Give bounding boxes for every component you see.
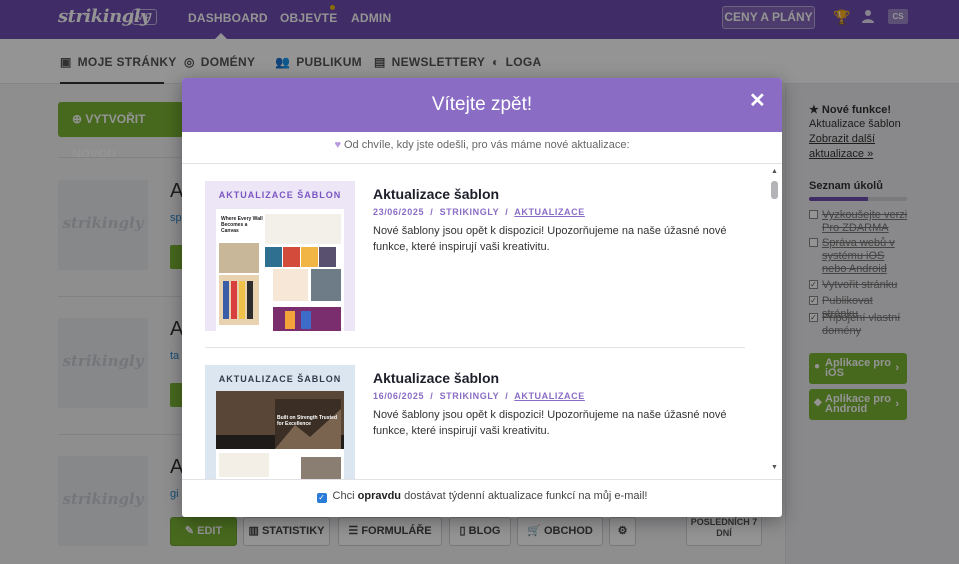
divider xyxy=(182,479,782,480)
modal-subtitle: ♥ Od chvíle, kdy jste odešli, pro vás mám… xyxy=(182,139,782,151)
close-icon[interactable]: ✕ xyxy=(749,88,766,113)
modal-subtitle-text: Od chvíle, kdy jste odešli, pro vás máme… xyxy=(344,139,630,151)
post-title[interactable]: Aktualizace šablon xyxy=(373,370,499,386)
meta-separator: / xyxy=(502,207,515,217)
post-category-link[interactable]: AKTUALIZACE xyxy=(514,391,585,401)
scroll-thumb[interactable] xyxy=(771,181,778,199)
meta-separator: / xyxy=(427,391,440,401)
subscribe-option: ✓ Chci opravdu dostávat týdenní aktualiza… xyxy=(182,490,782,503)
meta-separator: / xyxy=(502,391,515,401)
subscribe-checkbox[interactable]: ✓ xyxy=(316,493,327,503)
thumbnail-headline: Built on Strength Trusted for Excellence xyxy=(277,415,337,427)
scroll-down-arrow-icon[interactable]: ▼ xyxy=(771,464,778,471)
scroll-up-arrow-icon[interactable]: ▲ xyxy=(771,168,778,175)
post-date: 16/06/2025 xyxy=(373,391,425,401)
modal-title: Vítejte zpět! xyxy=(431,94,533,115)
heart-icon: ♥ xyxy=(334,139,341,151)
post-date: 23/06/2025 xyxy=(373,207,425,217)
post-category-link[interactable]: AKTUALIZACE xyxy=(514,207,585,217)
feed-scrollbar[interactable]: ▲ ▼ xyxy=(770,168,779,471)
post-author: STRIKINGLY xyxy=(439,207,500,217)
subscribe-emphasis: opravdu xyxy=(357,490,402,502)
post-thumbnail[interactable]: AKTUALIZACE ŠABLON Where Every Wall Beco… xyxy=(205,181,355,331)
updates-feed[interactable]: AKTUALIZACE ŠABLON Where Every Wall Beco… xyxy=(182,164,782,479)
post-body: Nové šablony jsou opět k dispozici! Upoz… xyxy=(373,409,727,437)
post-body: Nové šablony jsou opět k dispozici! Upoz… xyxy=(373,225,727,253)
post-title[interactable]: Aktualizace šablon xyxy=(373,186,499,202)
subscribe-text: dostávat týdenní aktualizace funkcí na m… xyxy=(404,490,648,502)
meta-separator: / xyxy=(427,207,440,217)
thumbnail-headline: Where Every Wall Becomes a Canvas xyxy=(221,216,263,234)
modal-header: Vítejte zpět! ✕ xyxy=(182,78,782,132)
post-meta: 23/06/2025 / STRIKINGLY / AKTUALIZACE xyxy=(373,207,585,217)
post-meta: 16/06/2025 / STRIKINGLY / AKTUALIZACE xyxy=(373,391,585,401)
welcome-back-modal: Vítejte zpět! ✕ ♥ Od chvíle, kdy jste ode… xyxy=(182,78,782,517)
divider xyxy=(205,347,745,348)
post-thumbnail[interactable]: AKTUALIZACE ŠABLON Built on Strength Tru… xyxy=(205,365,355,479)
template-preview-illustration xyxy=(216,209,344,331)
subscribe-prefix: Chci xyxy=(332,490,355,502)
post-author: STRIKINGLY xyxy=(439,391,500,401)
